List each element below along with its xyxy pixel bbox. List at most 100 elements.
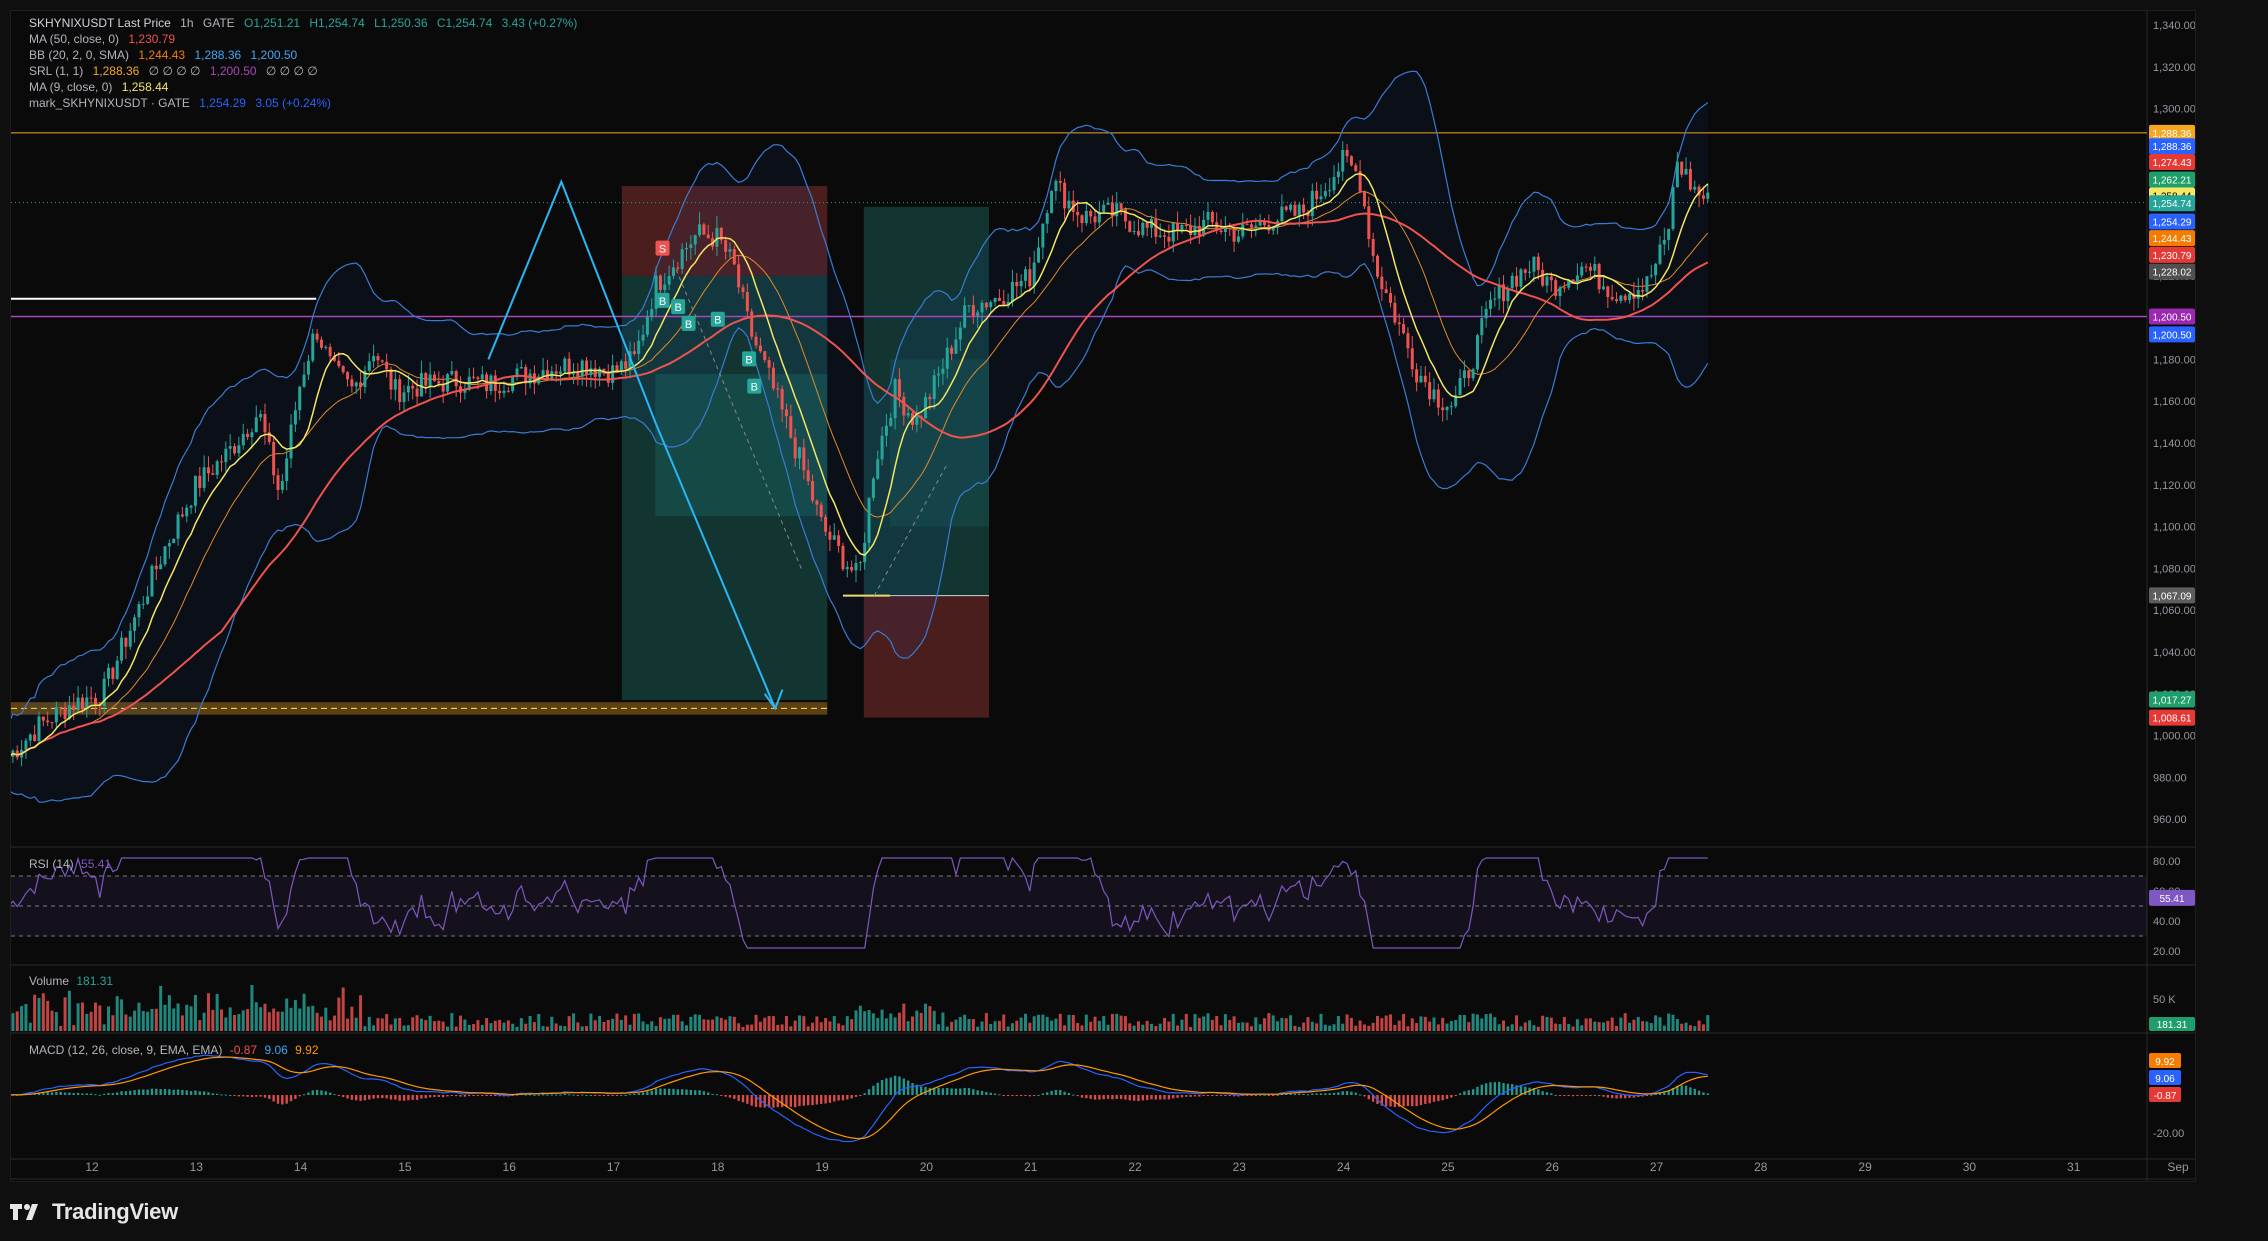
- volume-bar: [624, 1015, 628, 1031]
- volume-bar: [337, 997, 341, 1031]
- macd-histogram-bar: [424, 1095, 427, 1099]
- candle-body: [1488, 299, 1492, 309]
- volume-bar: [1567, 1024, 1571, 1031]
- macd-histogram-bar: [1193, 1095, 1197, 1097]
- macd-histogram-bar: [328, 1092, 332, 1095]
- macd-histogram-bar: [1567, 1095, 1570, 1097]
- macd-legend[interactable]: MACD (12, 26, close, 9, EMA, EMA) -0.87 …: [29, 1043, 319, 1057]
- volume-bar: [1110, 1014, 1114, 1031]
- volume-bar: [576, 1022, 580, 1031]
- candle-body: [1523, 269, 1527, 273]
- candle-body: [59, 707, 63, 709]
- volume-bar: [324, 1007, 328, 1031]
- candle-body: [858, 562, 862, 564]
- chart-frame[interactable]: 1,340.001,320.001,300.001,280.001,260.00…: [10, 10, 2196, 1182]
- candle-body: [837, 535, 841, 546]
- volume-bar: [393, 1018, 397, 1031]
- ma50-value: 1,230.79: [128, 32, 176, 46]
- candle-body: [1210, 211, 1214, 223]
- legend-mark-row[interactable]: mark_SKHYNIXUSDT · GATE 1,254.29 3.05 (+…: [29, 95, 583, 111]
- volume-bar: [341, 987, 345, 1031]
- volume-bar: [63, 997, 67, 1031]
- buy-signal-label: B: [714, 315, 721, 327]
- volume-bar: [750, 1024, 754, 1031]
- macd-histogram-bar: [98, 1094, 102, 1096]
- volume-bar: [398, 1018, 402, 1031]
- volume-bar: [1028, 1022, 1032, 1031]
- candle-body: [33, 734, 37, 741]
- candle-body: [815, 500, 819, 505]
- candle-body: [1084, 210, 1088, 224]
- x-tick-label: 15: [398, 1160, 412, 1174]
- macd-histogram-bar: [420, 1095, 423, 1099]
- volume-bar: [567, 1016, 571, 1031]
- candle-body: [454, 371, 458, 387]
- volume-bar: [1449, 1021, 1453, 1031]
- x-tick-label: 19: [815, 1160, 829, 1174]
- legend-ma50-row[interactable]: MA (50, close, 0) 1,230.79: [29, 31, 583, 47]
- volume-bar: [824, 1018, 828, 1031]
- candle-body: [115, 660, 119, 679]
- candle-body: [54, 707, 58, 723]
- candle-body: [1675, 161, 1679, 188]
- volume-bar: [350, 1006, 354, 1031]
- volume-bar: [719, 1017, 723, 1031]
- macd-histogram-bar: [142, 1089, 145, 1095]
- macd-histogram-bar: [1589, 1095, 1592, 1096]
- candle-body: [1588, 266, 1592, 271]
- macd-histogram-bar: [654, 1088, 658, 1095]
- candle-body: [1254, 225, 1258, 228]
- macd-badge-label: -0.87: [2154, 1091, 2177, 1102]
- volume-bar: [924, 1003, 928, 1031]
- volume-legend[interactable]: Volume 181.31: [29, 974, 113, 988]
- brand-name[interactable]: TradingView: [52, 1199, 178, 1225]
- macd-histogram-bar: [294, 1095, 297, 1099]
- volume-bar: [1510, 1024, 1514, 1031]
- volume-bar: [46, 1000, 50, 1031]
- volume-bar: [332, 1015, 336, 1031]
- macd-histogram-bar: [446, 1095, 449, 1097]
- volume-bar: [1549, 1017, 1553, 1031]
- tradingview-logo-icon: [10, 1204, 38, 1220]
- macd-histogram-bar: [1537, 1089, 1540, 1095]
- volume-bar: [754, 1014, 758, 1031]
- volume-bar: [346, 1018, 350, 1031]
- macd-histogram-bar: [1046, 1092, 1049, 1095]
- legend-srl-row[interactable]: SRL (1, 1) 1,288.36 ∅ ∅ ∅ ∅ 1,200.50 ∅ ∅…: [29, 63, 583, 79]
- volume-bar: [354, 1017, 358, 1031]
- volume-bar: [1410, 1018, 1414, 1031]
- bb-lower-value: 1,200.50: [250, 48, 298, 62]
- macd-histogram-bar: [1224, 1095, 1227, 1096]
- volume-bar: [428, 1015, 432, 1031]
- candle-body: [193, 475, 197, 506]
- chart-canvas[interactable]: 1,340.001,320.001,300.001,280.001,260.00…: [11, 11, 2195, 1181]
- macd-histogram-bar: [1072, 1094, 1075, 1096]
- volume-bar: [246, 1009, 250, 1031]
- legend-ma9-row[interactable]: MA (9, close, 0) 1,258.44: [29, 79, 583, 95]
- candle-body: [876, 459, 880, 479]
- candle-body: [1423, 375, 1427, 383]
- volume-bar: [776, 1024, 780, 1031]
- candle-body: [428, 374, 432, 386]
- volume-bar: [1345, 1014, 1349, 1031]
- volume-bar: [1536, 1026, 1540, 1031]
- volume-bar: [1341, 1023, 1345, 1031]
- macd-histogram-bar: [611, 1095, 614, 1096]
- y-tick-label: 1,300.00: [2153, 104, 2195, 116]
- candle-body: [811, 480, 815, 501]
- legend-bb-row[interactable]: BB (20, 2, 0, SMA) 1,244.43 1,288.36 1,2…: [29, 47, 583, 63]
- candle-body: [980, 302, 984, 313]
- symbol-name[interactable]: SKHYNIXUSDT Last Price: [29, 16, 171, 30]
- volume-bar: [1467, 1022, 1471, 1031]
- macd-histogram-bar: [928, 1087, 932, 1095]
- macd-histogram-bar: [1150, 1095, 1153, 1100]
- rsi-legend[interactable]: RSI (14) 55.41: [29, 857, 111, 871]
- candle-body: [1545, 276, 1549, 286]
- volume-bar: [1084, 1014, 1088, 1031]
- candle-body: [1310, 190, 1314, 217]
- macd-histogram-bar: [1350, 1091, 1353, 1095]
- macd-histogram-bar: [1615, 1095, 1618, 1099]
- volume-bar: [1032, 1016, 1036, 1031]
- candle-body: [89, 697, 93, 699]
- candle-body: [1041, 223, 1045, 248]
